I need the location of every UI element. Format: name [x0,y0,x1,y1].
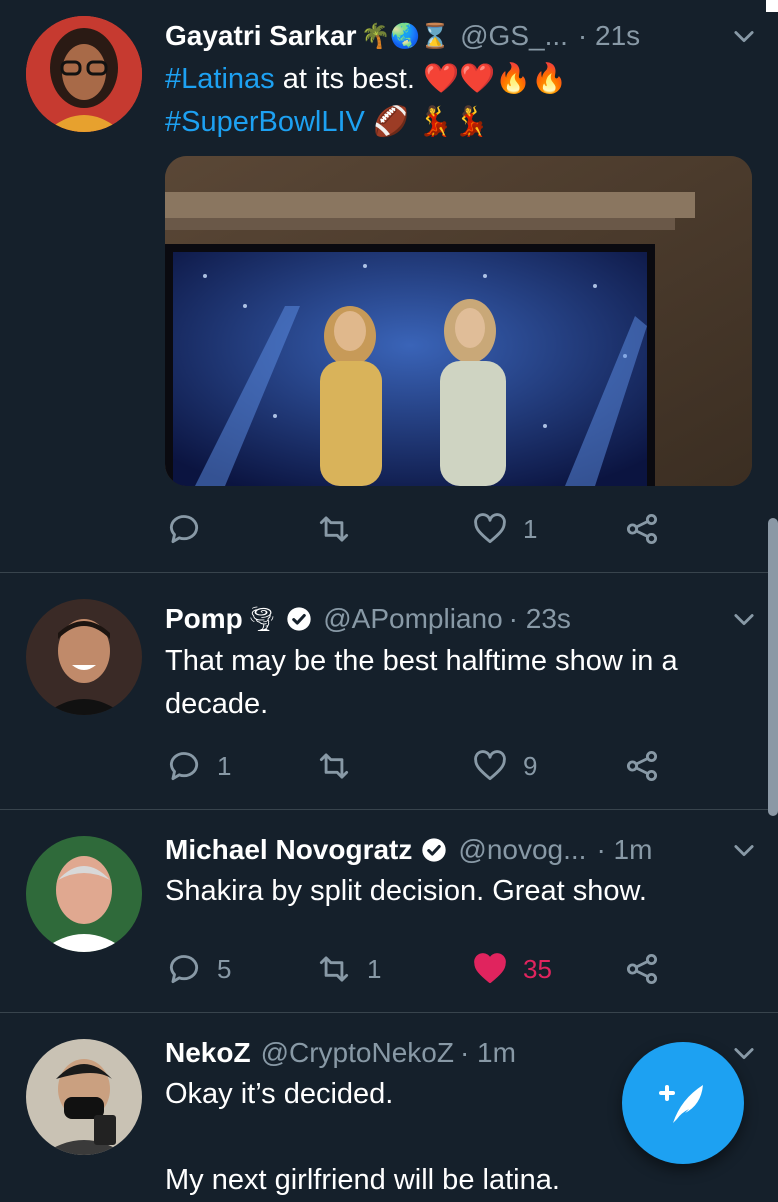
handle[interactable]: @CryptoNekoZ [261,1037,454,1069]
tweet-actions: 1 9 [165,741,685,791]
reply-count: 5 [217,953,232,984]
like-count: 35 [523,953,552,984]
retweet-count: 1 [367,953,382,984]
like-button[interactable]: 9 [471,741,537,791]
tweet-pomp[interactable]: Pomp 🌪 @APompliano · 23s That may be the… [0,573,778,810]
handle[interactable]: @GS_... [460,20,568,52]
chevron-down-icon[interactable] [730,836,758,864]
share-icon [626,513,658,545]
chevron-down-icon[interactable] [730,1039,758,1067]
reply-button[interactable] [165,504,217,554]
tweet-text-line: My next girlfriend will be latina. [165,1164,560,1196]
display-name[interactable]: Michael Novogratz [165,834,412,866]
reply-count: 1 [217,750,232,781]
avatar[interactable] [26,836,142,952]
display-name[interactable]: Pomp [165,603,243,635]
tweet-text: That may be the best halftime show in a … [165,645,678,720]
tweet-text-part: at its best. ❤️❤️🔥🔥 [274,63,568,95]
share-button[interactable] [623,504,661,554]
avatar[interactable] [26,599,142,715]
timestamp[interactable]: · 21s [578,20,640,52]
compose-tweet-button[interactable] [622,1042,744,1164]
tweet-actions: 5 1 35 [165,944,685,994]
retweet-button[interactable]: 1 [315,944,381,994]
like-button[interactable]: 1 [471,504,537,554]
name-emoji: 🌪 [246,605,278,633]
tweet-actions: 1 [165,504,685,554]
chevron-down-icon[interactable] [730,22,758,50]
retweet-button[interactable] [315,741,367,791]
reply-button[interactable]: 5 [165,944,231,994]
hashtag[interactable]: #SuperBowlLIV [165,106,365,138]
retweet-icon [319,516,349,542]
tweet-novogratz[interactable]: Michael Novogratz @novog... · 1m Shakira… [0,810,778,1013]
retweet-icon [319,956,349,982]
like-button[interactable]: 35 [471,944,552,994]
reply-icon [169,515,199,544]
tweet-text: #Latinas at its best. ❤️❤️🔥🔥 #SuperBowlL… [165,58,748,144]
tweet-text: Shakira by split decision. Great show. [165,875,647,907]
retweet-icon [319,753,349,779]
reply-icon [169,752,199,781]
reply-button[interactable]: 1 [165,741,231,791]
like-icon [474,513,506,544]
share-button[interactable] [623,741,661,791]
like-icon [474,953,506,984]
verified-icon [422,838,447,862]
tweet-text-part: 🏈 💃💃 [364,106,490,138]
tweet-gayatri[interactable]: Gayatri Sarkar 🌴🌏⌛ @GS_... · 21s #Latina… [0,0,778,573]
chevron-down-icon[interactable] [730,605,758,633]
tweet-media[interactable] [165,156,752,486]
name-emoji: 🌴🌏⌛ [360,22,451,50]
hashtag[interactable]: #Latinas [165,63,275,95]
display-name[interactable]: Gayatri Sarkar [165,20,356,52]
share-button[interactable] [623,944,661,994]
timestamp[interactable]: · 23s [509,603,571,635]
handle[interactable]: @APompliano [323,603,502,635]
handle[interactable]: @novog... [458,834,586,866]
avatar[interactable] [26,16,142,132]
reply-icon [169,955,199,984]
verified-icon [287,607,311,631]
like-count: 9 [523,750,538,781]
timestamp[interactable]: · 1m [460,1037,516,1069]
like-icon [474,750,506,781]
like-count: 1 [523,513,538,544]
compose-icon [659,1085,703,1123]
timestamp[interactable]: · 1m [596,834,652,866]
retweet-button[interactable] [315,504,367,554]
scrollbar[interactable] [768,518,778,816]
display-name[interactable]: NekoZ [165,1037,251,1069]
share-icon [626,750,658,782]
avatar[interactable] [26,1039,142,1155]
share-icon [626,953,658,985]
